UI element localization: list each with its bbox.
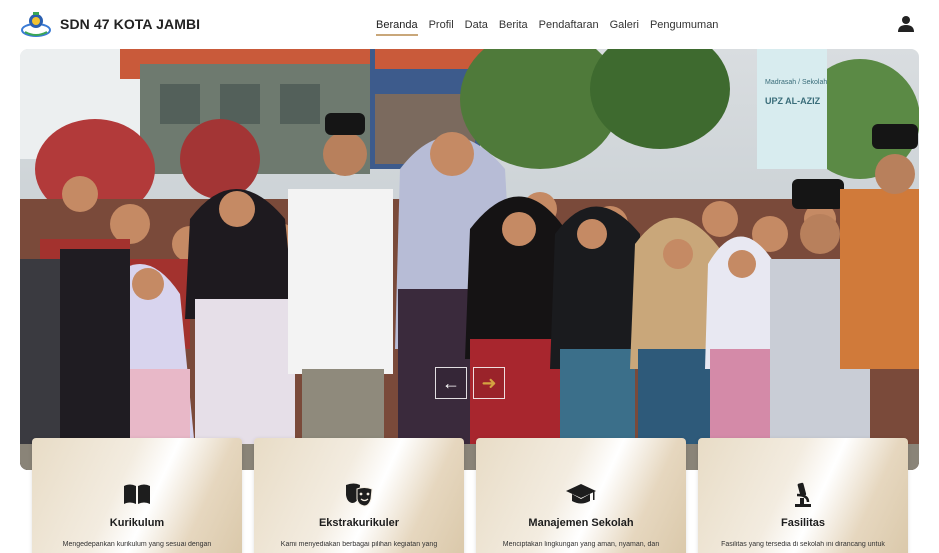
main-nav: Beranda Profil Data Berita Pendaftaran G… — [376, 19, 729, 36]
card-kurikulum[interactable]: Kurikulum Mengedepankan kurikulum yang s… — [32, 438, 242, 553]
site-header: SDN 47 KOTA JAMBI Beranda Profil Data Be… — [0, 0, 939, 50]
nav-item-berita[interactable]: Berita — [499, 19, 528, 36]
card-desc: Fasilitas yang tersedia di sekolah ini d… — [721, 541, 885, 548]
school-logo — [21, 12, 51, 37]
card-title: Manajemen Sekolah — [528, 517, 634, 529]
card-fasilitas[interactable]: Fasilitas Fasilitas yang tersedia di sek… — [698, 438, 908, 553]
nav-item-pendaftaran[interactable]: Pendaftaran — [539, 19, 599, 36]
card-desc: Kami menyediakan berbagai pilihan kegiat… — [280, 541, 438, 548]
arrow-left-icon: ← — [442, 373, 460, 393]
nav-item-beranda[interactable]: Beranda — [376, 19, 418, 36]
arrow-right-icon: ➜ — [481, 373, 497, 393]
microscope-icon — [795, 482, 811, 507]
card-title: Kurikulum — [109, 517, 165, 529]
card-desc: Mengedepankan kurikulum yang sesuai deng… — [62, 541, 212, 548]
theater-masks-icon — [346, 483, 373, 507]
banner-text: UPZ AL-AZIZ — [765, 96, 821, 106]
hero-carousel: Madrasah / Sekolah UPZ AL-AZIZ ← ➜ — [20, 49, 919, 470]
card-ekstrakurikuler[interactable]: Ekstrakurikuler Kami menyediakan berbaga… — [254, 438, 464, 553]
hero-photo: Madrasah / Sekolah UPZ AL-AZIZ — [20, 49, 919, 470]
nav-item-pengumuman[interactable]: Pengumuman — [650, 19, 719, 36]
carousel-prev-button[interactable]: ← — [435, 367, 467, 399]
nav-item-profil[interactable]: Profil — [429, 19, 454, 36]
graduation-cap-icon — [566, 484, 596, 504]
book-icon — [124, 484, 150, 504]
card-title: Fasilitas — [780, 517, 826, 529]
user-icon[interactable] — [897, 15, 915, 33]
brand[interactable]: SDN 47 KOTA JAMBI — [20, 10, 200, 38]
carousel-next-button[interactable]: ➜ — [473, 367, 505, 399]
nav-item-data[interactable]: Data — [465, 19, 488, 36]
feature-cards: Kurikulum Mengedepankan kurikulum yang s… — [32, 438, 908, 553]
nav-item-galeri[interactable]: Galeri — [610, 19, 639, 36]
banner-subtext: Madrasah / Sekolah — [765, 79, 827, 86]
card-desc: Menciptakan lingkungan yang aman, nyaman… — [502, 541, 660, 548]
card-manajemen-sekolah[interactable]: Manajemen Sekolah Menciptakan lingkungan… — [476, 438, 686, 553]
school-name: SDN 47 KOTA JAMBI — [60, 16, 201, 32]
card-title: Ekstrakurikuler — [318, 517, 400, 529]
